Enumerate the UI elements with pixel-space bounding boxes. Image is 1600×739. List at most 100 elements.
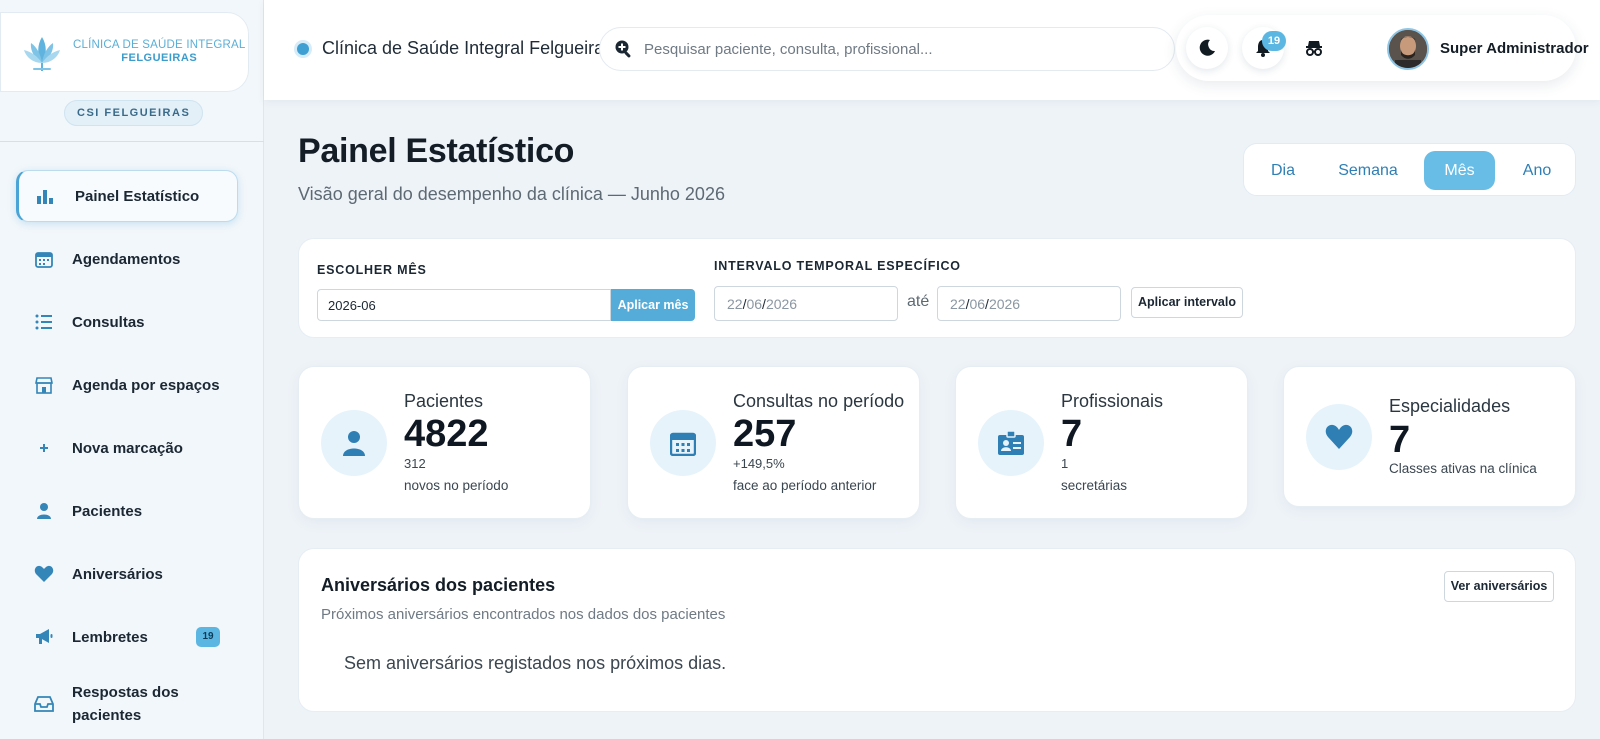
sidebar-item-label: Painel Estatístico [75, 187, 200, 205]
plus-icon [34, 438, 54, 458]
sidebar-nav: Painel Estatístico Agendamentos Consulta… [16, 170, 238, 739]
calendar-icon [34, 249, 54, 269]
date-year: 2026 [988, 296, 1021, 312]
megaphone-icon [34, 627, 54, 647]
stat-label: Especialidades [1389, 396, 1511, 416]
month-label: ESCOLHER MÊS [317, 263, 427, 277]
search-input[interactable] [644, 40, 1164, 58]
moon-icon [1199, 39, 1215, 56]
sidebar-item-label: Nova marcação [72, 439, 183, 457]
sidebar-divider [0, 141, 264, 142]
page-subtitle: Visão geral do desempenho da clínica — J… [298, 184, 725, 204]
store-icon [34, 375, 54, 395]
status-dot [297, 43, 309, 55]
period-tab-mes[interactable]: Mês [1424, 151, 1495, 190]
date-day: 22 [727, 296, 743, 312]
sidebar: CLÍNICA DE SAÚDE INTEGRAL FELGUEIRAS CSI… [0, 0, 264, 739]
user-icon [343, 431, 365, 456]
stat-sub-label: secretárias [1061, 478, 1128, 493]
stat-value: 4822 [404, 413, 489, 455]
stat-card-especialidades: Especialidades 7 Classes ativas na clíni… [1283, 366, 1576, 507]
clinic-chip: CSI FELGUEIRAS [64, 100, 204, 126]
search-bar[interactable] [599, 27, 1175, 71]
sidebar-item-label: Consultas [72, 313, 145, 331]
lotus-logo-icon [24, 37, 60, 71]
heart-icon [34, 564, 54, 584]
stat-icon-wrap [1306, 404, 1372, 470]
birthdays-card: Aniversários dos pacientes Próximos aniv… [298, 548, 1576, 712]
stat-value: 7 [1389, 419, 1411, 461]
sidebar-item-agenda-por-espacos[interactable]: Agenda por espaços [16, 359, 238, 411]
date-month: 06 [746, 296, 763, 312]
avatar-photo [1389, 30, 1427, 68]
stat-sub-value: 1 [1061, 456, 1069, 471]
bar-chart-icon [35, 186, 55, 206]
period-selector: Dia Semana Mês Ano [1243, 143, 1576, 196]
stat-sub-value: +149,5% [733, 456, 785, 471]
inbox-icon [34, 694, 54, 714]
stat-card-profissionais: Profissionais 7 1 secretárias [955, 366, 1248, 519]
stat-sub-label: face ao período anterior [733, 478, 877, 493]
search-icon [615, 40, 631, 58]
id-badge-icon [998, 430, 1024, 455]
birthdays-subtitle: Próximos aniversários encontrados nos da… [321, 606, 726, 623]
user-icon [34, 501, 54, 521]
sidebar-item-lembretes[interactable]: Lembretes 19 [16, 611, 238, 663]
user-name[interactable]: Super Administrador [1440, 40, 1589, 57]
birthdays-title: Aniversários dos pacientes [321, 575, 556, 595]
calendar-icon [670, 432, 696, 456]
logo-text: CLÍNICA DE SAÚDE INTEGRAL FELGUEIRAS [73, 39, 245, 65]
incognito-button[interactable] [1304, 38, 1324, 58]
heart-icon [1325, 424, 1353, 449]
sidebar-item-painel-estatistico[interactable]: Painel Estatístico [16, 170, 238, 222]
notifications-badge: 19 [1262, 31, 1286, 51]
period-tab-semana[interactable]: Semana [1326, 151, 1410, 190]
stat-sub-value: 312 [404, 456, 426, 471]
stat-icon-wrap [650, 410, 716, 476]
sidebar-item-respostas-dos-pacientes[interactable]: Respostas dos pacientes [16, 674, 238, 734]
stat-label: Consultas no período [733, 391, 905, 411]
view-birthdays-button[interactable]: Ver aniversários [1444, 571, 1554, 602]
clinic-logo[interactable]: CLÍNICA DE SAÚDE INTEGRAL FELGUEIRAS [0, 12, 249, 92]
logo-line-1: CLÍNICA DE SAÚDE INTEGRAL [73, 39, 246, 51]
period-tab-dia[interactable]: Dia [1258, 151, 1308, 190]
incognito-icon [1306, 41, 1322, 56]
user-avatar[interactable] [1387, 28, 1429, 70]
sidebar-item-label: Agendamentos [72, 250, 181, 268]
sidebar-item-label: Respostas dos pacientes [72, 684, 179, 724]
range-label: INTERVALO TEMPORAL ESPECÍFICO [714, 259, 961, 273]
sidebar-item-label: Lembretes [72, 628, 148, 646]
stat-value: 7 [1061, 413, 1083, 455]
stat-card-consultas: Consultas no período 257 +149,5% face ao… [627, 366, 920, 519]
header-title: Clínica de Saúde Integral Felgueiras [322, 38, 614, 58]
end-date-input[interactable]: 22/06/2026 [937, 286, 1121, 321]
date-year: 2026 [765, 296, 798, 312]
birthdays-empty-message: Sem aniversários registados nos próximos… [344, 653, 727, 673]
sidebar-item-agendamentos[interactable]: Agendamentos [16, 233, 238, 285]
sidebar-item-pacientes[interactable]: Pacientes [16, 485, 238, 537]
sidebar-item-label: Agenda por espaços [72, 376, 220, 394]
page-title: Painel Estatístico [298, 132, 575, 170]
stat-sub-label: Classes ativas na clínica [1389, 461, 1537, 476]
list-icon [34, 312, 54, 332]
theme-toggle-button[interactable] [1186, 27, 1228, 69]
period-tab-ano[interactable]: Ano [1507, 151, 1567, 190]
stat-sub-label: novos no período [404, 478, 509, 493]
reminders-badge: 19 [196, 627, 220, 647]
stat-card-pacientes: Pacientes 4822 312 novos no período [298, 366, 591, 519]
filter-card: ESCOLHER MÊS Aplicar mês INTERVALO TEMPO… [298, 238, 1576, 338]
apply-range-button[interactable]: Aplicar intervalo [1131, 287, 1243, 318]
sidebar-item-label: Pacientes [72, 502, 143, 520]
date-day: 22 [950, 296, 966, 312]
sidebar-item-aniversarios[interactable]: Aniversários [16, 548, 238, 600]
date-month: 06 [969, 296, 986, 312]
stat-label: Profissionais [1061, 391, 1164, 411]
start-date-input[interactable]: 22/06/2026 [714, 286, 898, 321]
apply-month-button[interactable]: Aplicar mês [611, 289, 695, 321]
sidebar-item-consultas[interactable]: Consultas [16, 296, 238, 348]
month-input[interactable] [317, 289, 611, 321]
stat-icon-wrap [978, 410, 1044, 476]
sidebar-item-nova-marcacao[interactable]: Nova marcação [16, 422, 238, 474]
logo-line-2: FELGUEIRAS [121, 52, 198, 64]
range-separator: até [907, 293, 930, 310]
